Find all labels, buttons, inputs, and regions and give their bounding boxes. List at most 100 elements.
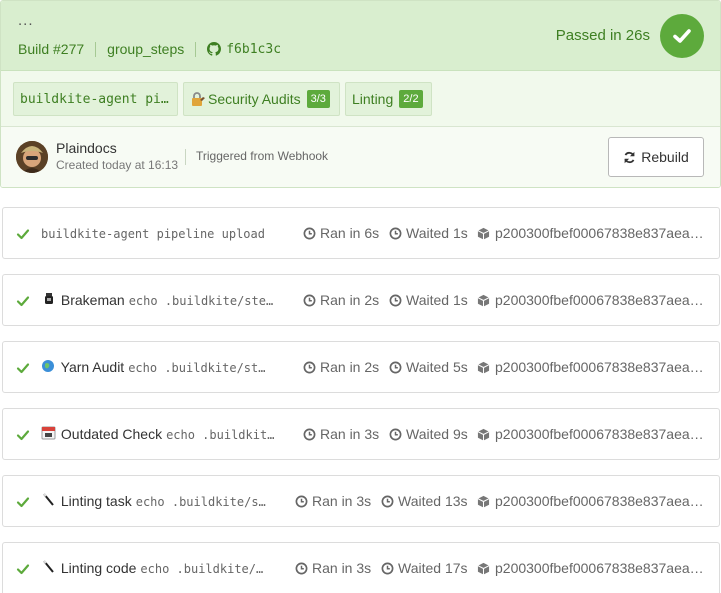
- job-waited: Waited 1s: [389, 292, 468, 308]
- job-row[interactable]: Brakeman echo .buildkite/ste… Ran in 2s W…: [2, 274, 720, 326]
- build-card: ... Build #277 group_steps f6b1c3c Passe…: [0, 0, 721, 188]
- job-ran: Ran in 2s: [303, 359, 379, 375]
- pen-icon: [43, 493, 54, 506]
- chip-linting[interactable]: Linting 2/2: [345, 82, 432, 116]
- clock-icon: [389, 294, 402, 306]
- check-icon: [16, 229, 30, 240]
- job-name: Linting code: [60, 560, 137, 576]
- clock-icon: [303, 227, 316, 239]
- job-ran-text: Ran in 3s: [312, 493, 372, 509]
- job-agent-text: p200300fbef00067838e837aea…: [495, 225, 704, 241]
- chip-pipeline-upload[interactable]: buildkite-agent pi…: [13, 82, 178, 116]
- chip-count-badge: 3/3: [306, 90, 330, 108]
- job-ran: Ran in 6s: [303, 225, 379, 241]
- job-row[interactable]: Outdated Check echo .buildkit… Ran in 3s …: [2, 408, 720, 460]
- divider: [185, 149, 186, 165]
- job-agent[interactable]: p200300fbef00067838e837aea…: [477, 493, 713, 509]
- job-ran-text: Ran in 2s: [320, 292, 380, 308]
- job-ran: Ran in 3s: [303, 426, 379, 442]
- job-name: Linting task: [60, 493, 132, 509]
- job-waited: Waited 13s: [381, 493, 468, 509]
- job-agent[interactable]: p200300fbef00067838e837aea…: [477, 359, 713, 375]
- job-waited: Waited 5s: [389, 359, 468, 375]
- job-agent-text: p200300fbef00067838e837aea…: [495, 493, 704, 509]
- clock-icon: [389, 361, 402, 373]
- job-waited: Waited 17s: [381, 560, 468, 576]
- cube-icon: [477, 294, 490, 307]
- chip-label: Security Audits: [208, 91, 301, 107]
- clock-icon: [381, 562, 394, 574]
- check-icon: [16, 564, 30, 575]
- check-icon: [16, 497, 30, 508]
- chip-label: Linting: [352, 91, 394, 107]
- chip-count-badge: 2/2: [399, 90, 423, 108]
- divider: [95, 41, 97, 57]
- globe-icon: [42, 360, 54, 372]
- build-message: ...: [18, 12, 34, 29]
- cube-icon: [477, 562, 490, 575]
- avatar: [16, 141, 48, 173]
- rebuild-button[interactable]: Rebuild: [608, 137, 704, 177]
- cube-icon: [477, 227, 490, 240]
- job-ran-text: Ran in 3s: [312, 560, 372, 576]
- build-header: ... Build #277 group_steps f6b1c3c Passe…: [1, 1, 720, 71]
- build-status-text: Passed in 26s: [555, 27, 650, 44]
- job-title: Yarn Audit echo .buildkite/st…: [41, 359, 287, 375]
- branch-name[interactable]: group_steps: [107, 41, 184, 57]
- job-command: echo .buildkite/s…: [135, 495, 266, 509]
- check-icon: [16, 296, 30, 307]
- clock-icon: [389, 428, 402, 440]
- clock-icon: [303, 428, 316, 440]
- job-agent[interactable]: p200300fbef00067838e837aea…: [477, 292, 713, 308]
- job-command: echo .buildkite/…: [140, 562, 264, 576]
- check-icon: [673, 29, 691, 43]
- job-ran: Ran in 3s: [295, 493, 371, 509]
- job-title: Brakeman echo .buildkite/ste…: [41, 292, 287, 308]
- job-waited-text: Waited 9s: [406, 426, 468, 442]
- refresh-icon: [624, 151, 635, 163]
- job-waited-text: Waited 5s: [406, 359, 468, 375]
- build-creator-row: Plaindocs Created today at 16:13 Trigger…: [1, 127, 720, 187]
- job-command: echo .buildkit…: [166, 428, 275, 442]
- pipeline-steps-bar: buildkite-agent pi… Security Audits 3/3 …: [1, 71, 720, 127]
- job-agent-text: p200300fbef00067838e837aea…: [495, 426, 704, 442]
- job-row[interactable]: Yarn Audit echo .buildkite/st… Ran in 2s …: [2, 341, 720, 393]
- brakeman-icon: [45, 293, 53, 304]
- job-ran-text: Ran in 3s: [320, 426, 380, 442]
- build-number[interactable]: Build #277: [18, 41, 84, 57]
- creator-name[interactable]: Plaindocs: [56, 140, 117, 156]
- github-icon: [207, 42, 222, 56]
- check-circle-icon: [660, 14, 704, 58]
- job-agent-text: p200300fbef00067838e837aea…: [495, 560, 704, 576]
- job-title: Linting code echo .buildkite/…: [41, 560, 287, 576]
- job-command: echo .buildkite/ste…: [128, 294, 274, 308]
- trigger-source: Triggered from Webhook: [196, 149, 329, 163]
- job-waited-text: Waited 13s: [398, 493, 468, 509]
- job-row[interactable]: Linting task echo .buildkite/s… Ran in 3s…: [2, 475, 720, 527]
- cube-icon: [477, 361, 490, 374]
- job-name: Yarn Audit: [60, 359, 125, 375]
- job-waited: Waited 9s: [389, 426, 468, 442]
- calendar-icon: [41, 426, 56, 440]
- check-icon: [16, 430, 30, 441]
- job-agent[interactable]: p200300fbef00067838e837aea…: [477, 560, 713, 576]
- clock-icon: [381, 495, 394, 507]
- build-meta: Build #277 group_steps f6b1c3c: [18, 41, 281, 57]
- cube-icon: [477, 428, 490, 441]
- clock-icon: [303, 294, 316, 306]
- job-agent[interactable]: p200300fbef00067838e837aea…: [477, 426, 713, 442]
- job-command: echo .buildkite/st…: [128, 361, 266, 375]
- job-title: Linting task echo .buildkite/s…: [41, 493, 287, 509]
- job-command: buildkite-agent pipeline upload: [41, 227, 265, 241]
- job-row[interactable]: Linting code echo .buildkite/… Ran in 3s …: [2, 542, 720, 593]
- job-agent[interactable]: p200300fbef00067838e837aea…: [477, 225, 713, 241]
- job-agent-text: p200300fbef00067838e837aea…: [495, 359, 704, 375]
- commit-link[interactable]: f6b1c3c: [207, 42, 281, 57]
- chip-security-audits[interactable]: Security Audits 3/3: [183, 82, 340, 116]
- chip-label: buildkite-agent pi…: [20, 91, 169, 107]
- rebuild-label: Rebuild: [641, 149, 689, 165]
- job-row[interactable]: buildkite-agent pipeline upload Ran in 6…: [2, 207, 720, 259]
- clock-icon: [295, 562, 308, 574]
- job-waited: Waited 1s: [389, 225, 468, 241]
- check-icon: [16, 363, 30, 374]
